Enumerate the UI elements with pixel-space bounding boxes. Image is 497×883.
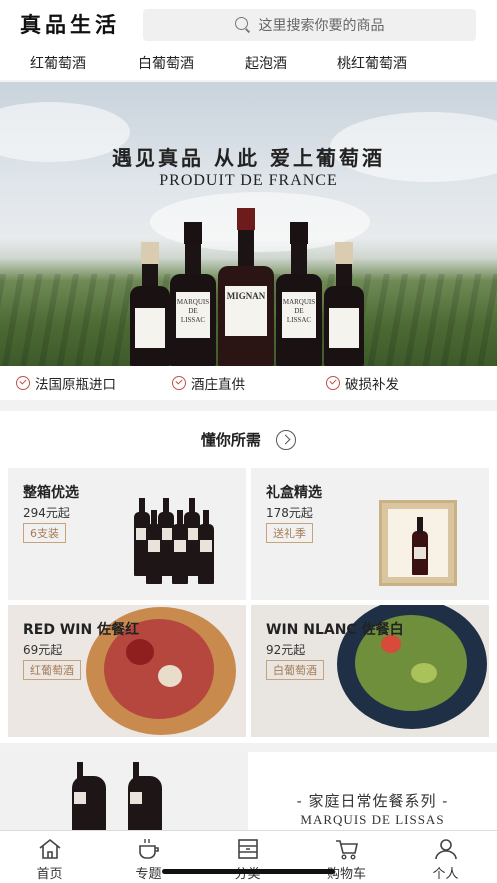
cup-icon [138,839,159,859]
bottle-label: MARQUIS DE LISSAC [281,292,317,338]
feature-item: 破损补发 [326,366,399,400]
tab-rose-wine[interactable]: 桃红葡萄酒 [337,48,407,80]
feature-label: 酒庄直供 [191,377,245,393]
search-placeholder: 这里搜索你要的商品 [258,18,385,34]
card-title: WIN NLANC 佐餐白 [266,622,404,638]
search-bar[interactable]: 这里搜索你要的商品 [143,9,476,41]
banner-subtitle: PRODUIT DE FRANCE [159,172,338,189]
tab-red-wine[interactable]: 红葡萄酒 [30,48,86,80]
check-circle-icon [16,376,30,390]
nav-category[interactable]: 分类 [198,831,297,883]
card-price: 92元起 [266,643,306,657]
card-tag: 红葡萄酒 [23,660,81,680]
nav-label: 首页 [36,867,63,882]
user-icon [434,839,457,860]
tab-sparkling-wine[interactable]: 起泡酒 [245,48,287,80]
food-platter-image [126,639,154,665]
feature-item: 酒庄直供 [172,366,245,400]
category-card-case[interactable]: 整箱优选 294元起 6支装 [8,468,246,600]
wine-bottle-icon [146,510,162,584]
cart-icon [335,840,358,860]
food-platter-image [158,665,182,687]
bottom-nav: 首页 专题 分类 购物车 个人 [0,830,497,883]
card-tag: 白葡萄酒 [266,660,324,680]
check-circle-icon [172,376,186,390]
card-title: RED WIN 佐餐红 [23,622,140,638]
promo-subtitle: MARQUIS DE LISSAS [300,812,445,827]
promo-title: - 家庭日常佐餐系列 - [296,792,449,810]
gift-box-image [379,500,457,586]
feature-label: 破损补发 [345,377,399,393]
wine-bottle-icon [172,510,188,584]
promo-banner[interactable]: - 家庭日常佐餐系列 - MARQUIS DE LISSAS [0,752,497,846]
feature-label: 法国原瓶进口 [35,377,116,393]
service-features: 法国原瓶进口 酒庄直供 破损补发 [0,366,497,400]
card-tag: 送礼季 [266,523,313,543]
app-page: 真品生活 这里搜索你要的商品 红葡萄酒 白葡萄酒 起泡酒 桃红葡萄酒 遇见真品 … [0,0,497,883]
category-icon [237,839,258,859]
bottle-label: MARQUIS DE LISSAC [175,292,211,338]
bottle-label: MIGNAN [224,286,268,336]
category-card-white-pairing[interactable]: WIN NLANC 佐餐白 92元起 白葡萄酒 [251,605,489,737]
card-price: 294元起 [23,506,70,520]
category-tabs: 红葡萄酒 白葡萄酒 起泡酒 桃红葡萄酒 [0,48,497,80]
wine-bottle: MARQUIS DE LISSAC [276,222,322,366]
promo-image [0,752,248,846]
card-title: 整箱优选 [23,485,79,501]
nav-home[interactable]: 首页 [0,831,99,883]
nav-topics[interactable]: 专题 [99,831,198,883]
home-indicator[interactable] [162,869,335,874]
hero-banner[interactable]: 遇见真品 从此 爱上葡萄酒 PRODUIT DE FRANCE MARQUIS … [0,82,497,366]
banner-title: 遇见真品 从此 爱上葡萄酒 [112,146,385,170]
card-price: 69元起 [23,643,63,657]
section-header[interactable]: 懂你所需 [0,429,497,451]
card-tag: 6支装 [23,523,66,543]
salad-plate-image [411,663,437,683]
category-card-gift[interactable]: 礼盒精选 178元起 送礼季 [251,468,489,600]
search-icon [234,17,251,33]
nav-cart[interactable]: 购物车 [297,831,396,883]
category-card-red-pairing[interactable]: RED WIN 佐餐红 69元起 红葡萄酒 [8,605,246,737]
app-logo[interactable]: 真品生活 [0,0,140,48]
wine-bottle: MIGNAN [218,208,274,366]
check-circle-icon [326,376,340,390]
wine-bottle [324,242,364,366]
nav-label: 个人 [432,867,459,882]
wine-bottle [130,242,170,366]
card-title: 礼盒精选 [266,485,322,501]
chevron-right-icon[interactable] [276,429,297,450]
feature-item: 法国原瓶进口 [16,366,116,400]
wine-bottle-icon [198,510,214,584]
home-icon [39,838,60,859]
nav-profile[interactable]: 个人 [396,831,495,883]
wine-bottle: MARQUIS DE LISSAC [170,222,216,366]
card-price: 178元起 [266,506,313,520]
header: 真品生活 这里搜索你要的商品 [0,0,497,48]
tab-white-wine[interactable]: 白葡萄酒 [138,48,194,80]
section-title: 懂你所需 [200,431,261,449]
